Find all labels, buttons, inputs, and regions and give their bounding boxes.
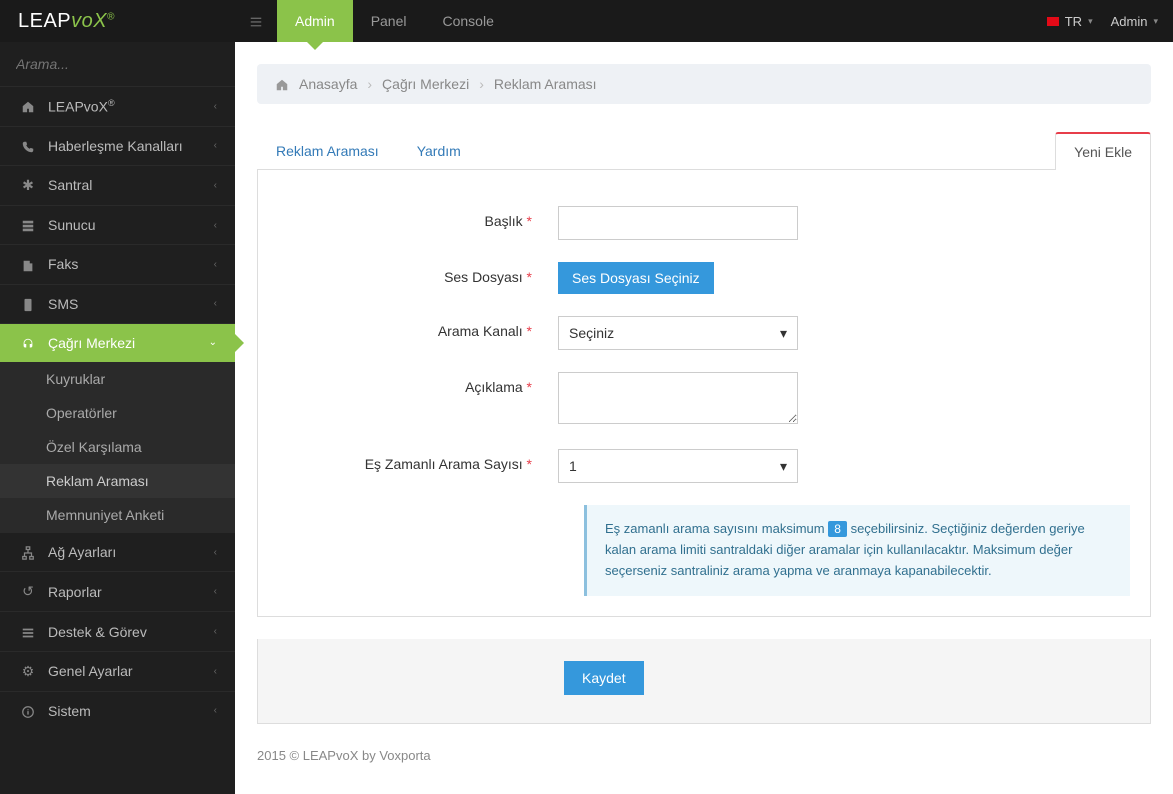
chevron-right-icon: › [479,76,484,92]
chevron-left-icon: ‹ [214,666,217,677]
footer-text: 2015 © LEAPvoX by Voxporta [257,748,1151,763]
chevron-left-icon: ‹ [214,259,217,270]
chevron-right-icon: › [367,76,372,92]
headset-icon [18,335,38,351]
chevron-left-icon: ‹ [214,180,217,191]
chevron-down-icon: ▾ [1088,16,1093,27]
breadcrumb-level2: Reklam Araması [494,76,597,92]
server-icon [18,217,38,233]
breadcrumb: Anasayfa › Çağrı Merkezi › Reklam Aramas… [257,64,1151,104]
home-icon [18,98,38,114]
breadcrumb-level1[interactable]: Çağrı Merkezi [382,76,469,92]
sidebar-item-network[interactable]: Ağ Ayarları ‹ [0,532,235,571]
sidebar-item-label: Santral [48,177,92,193]
sidebar-item-label: Çağrı Merkezi [48,335,135,351]
sidebar-item-support[interactable]: Destek & Görev ‹ [0,611,235,650]
sidebar-item-leapvox[interactable]: LEAPvoX® ‹ [0,86,235,126]
sidebar-item-label: LEAPvoX® [48,98,115,115]
sidebar-item-reports[interactable]: ↺ Raporlar ‹ [0,571,235,611]
sidebar-item-faks[interactable]: Faks ‹ [0,244,235,283]
sidebar-subitem-adcall[interactable]: Reklam Araması [0,464,235,498]
sidebar-item-label: Sistem [48,703,91,719]
sidebar-item-label: Ağ Ayarları [48,544,116,560]
sidebar-item-channels[interactable]: Haberleşme Kanalları ‹ [0,126,235,165]
choose-sound-button[interactable]: Ses Dosyası Seçiniz [558,262,714,294]
label-sound: Ses Dosyası * [278,262,558,285]
chevron-left-icon: ‹ [214,140,217,151]
brand-leap: LEAP [18,10,71,32]
sidebar-item-system[interactable]: Sistem ‹ [0,691,235,730]
sidebar-item-label: Faks [48,256,78,272]
alert-badge: 8 [828,521,847,537]
sidebar-item-call-center[interactable]: Çağrı Merkezi ⌄ [0,323,235,362]
sidebar-subitem-greeting[interactable]: Özel Karşılama [0,430,235,464]
select-concurrent[interactable]: 1 [558,449,798,483]
save-button[interactable]: Kaydet [564,661,644,695]
fax-icon [18,256,38,272]
label-concurrent: Eş Zamanlı Arama Sayısı * [278,449,558,472]
search-input[interactable] [16,56,219,72]
chevron-left-icon: ‹ [214,586,217,597]
brand-logo[interactable]: LEAPvoX® [0,0,235,42]
chevron-left-icon: ‹ [214,298,217,309]
brand-vox: voX [71,10,107,32]
user-menu[interactable]: Admin ▾ [1111,14,1158,29]
chevron-down-icon: ▾ [1153,16,1158,27]
sidebar-item-santral[interactable]: ✱ Santral ‹ [0,165,235,205]
breadcrumb-home[interactable]: Anasayfa [299,76,357,92]
label-channel: Arama Kanalı * [278,316,558,339]
sidebar-item-label: Destek & Görev [48,624,147,640]
language-selector[interactable]: TR ▾ [1047,14,1093,29]
sidebar-subitem-survey[interactable]: Memnuniyet Anketi [0,498,235,532]
phone-icon [18,138,38,154]
topnav-panel[interactable]: Panel [353,0,425,42]
chevron-left-icon: ‹ [214,626,217,637]
sidebar-toggle[interactable] [235,0,277,42]
sidebar-item-label: SMS [48,296,78,312]
info-icon [18,703,38,719]
chevron-left-icon: ‹ [214,705,217,716]
sidebar-item-label: Haberleşme Kanalları [48,138,183,154]
topnav-console[interactable]: Console [425,0,512,42]
cogs-icon: ⚙ [18,663,38,680]
tab-reklam-aramasi[interactable]: Reklam Araması [257,132,398,170]
gear-icon: ✱ [18,177,38,194]
user-label: Admin [1111,14,1148,29]
mobile-icon [18,296,38,312]
chevron-left-icon: ‹ [214,220,217,231]
alert-text-pre: Eş zamanlı arama sayısını maksimum [605,521,825,536]
home-icon [275,76,289,92]
sitemap-icon [18,544,38,560]
menu-icon [249,13,263,29]
tab-yardim[interactable]: Yardım [398,132,480,170]
sidebar-subitem-queues[interactable]: Kuyruklar [0,362,235,396]
select-channel-value: Seçiniz [569,325,614,341]
chevron-down-icon: ⌄ [209,337,217,348]
label-description: Açıklama * [278,372,558,395]
tasks-icon [18,623,38,639]
chevron-left-icon: ‹ [214,547,217,558]
brand-reg: ® [107,11,115,22]
flag-icon [1047,17,1059,26]
chevron-left-icon: ‹ [214,101,217,112]
language-label: TR [1065,14,1082,29]
sidebar-item-settings[interactable]: ⚙ Genel Ayarlar ‹ [0,651,235,691]
sidebar-item-label: Genel Ayarlar [48,663,133,679]
topnav-admin[interactable]: Admin [277,0,353,42]
label-title: Başlık * [278,206,558,229]
tab-yeni-ekle[interactable]: Yeni Ekle [1055,132,1151,170]
sidebar-item-label: Raporlar [48,584,102,600]
select-concurrent-value: 1 [569,458,577,474]
info-alert: Eş zamanlı arama sayısını maksimum 8 seç… [584,505,1130,595]
textarea-description[interactable] [558,372,798,424]
select-channel[interactable]: Seçiniz [558,316,798,350]
sidebar-item-sms[interactable]: SMS ‹ [0,284,235,323]
sidebar-item-sunucu[interactable]: Sunucu ‹ [0,205,235,244]
input-title[interactable] [558,206,798,240]
history-icon: ↺ [18,583,38,600]
sidebar-item-label: Sunucu [48,217,95,233]
sidebar-subitem-operators[interactable]: Operatörler [0,396,235,430]
